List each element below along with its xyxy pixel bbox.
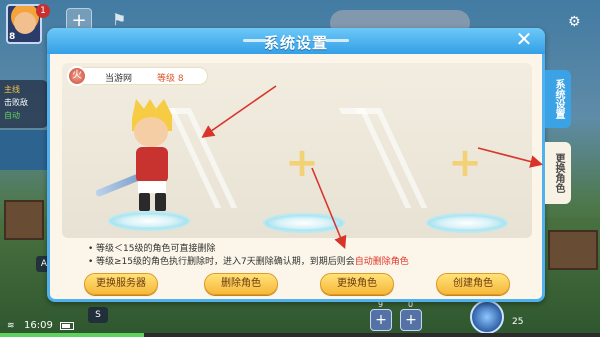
- character-panel: 火 当游网 等级 8 + +: [62, 63, 532, 238]
- hero-body: [136, 147, 168, 183]
- avatar-face: [14, 12, 36, 34]
- quest-line: 自动: [4, 111, 20, 120]
- change-server-button[interactable]: 更换服务器: [84, 273, 158, 295]
- wifi-icon: ≋: [7, 321, 15, 331]
- flag-icon[interactable]: ⚑: [112, 10, 126, 29]
- hero-head: [134, 117, 168, 147]
- action-buttons: 更换服务器 删除角色 更换角色 创建角色: [84, 273, 514, 297]
- chevron-decoration: [338, 108, 428, 208]
- notification-badge: 1: [36, 4, 50, 18]
- rule-line-1: • 等级＜15级的角色可直接删除: [88, 244, 216, 254]
- quest-tracker[interactable]: 主线 击败敌 自动: [0, 80, 48, 128]
- delete-role-button[interactable]: 删除角色: [204, 273, 278, 295]
- player-level: 8: [9, 32, 16, 42]
- tab-system-settings[interactable]: 系统设置: [545, 70, 571, 128]
- tab-change-role[interactable]: 更换角色: [545, 142, 571, 204]
- skill-cooldown: 25: [512, 317, 524, 327]
- character-slot-2-pad[interactable]: [263, 213, 345, 233]
- dialog-title: 系统设置: [263, 34, 328, 52]
- character-level: 等级 8: [157, 74, 184, 84]
- change-role-button[interactable]: 更换角色: [320, 273, 394, 295]
- hero-leg: [139, 193, 150, 211]
- rule-text: 等级≥15级的角色执行删除时，进入7天删除确认期，到期后则会: [96, 257, 355, 267]
- system-settings-dialog: 系统设置 ✕ 火 当游网 等级 8 + + • 等级＜15级的角色可直接删除 •…: [47, 28, 545, 302]
- experience-fill: [0, 333, 144, 337]
- rule-text: 等级＜15级的角色可直接删除: [96, 244, 216, 254]
- deletion-rules: • 等级＜15级的角色可直接删除 • 等级≥15级的角色执行删除时，进入7天删除确认…: [88, 243, 409, 269]
- key-s-button[interactable]: S: [88, 307, 108, 323]
- character-slot-3-pad[interactable]: [426, 213, 508, 233]
- skill-slot-button[interactable]: +: [370, 309, 392, 331]
- close-button[interactable]: ✕: [513, 28, 535, 50]
- clock: 16:09: [24, 320, 53, 331]
- experience-bar: [0, 333, 600, 337]
- server-fire-icon: 火: [67, 66, 87, 86]
- server-name: 当游网: [105, 74, 133, 84]
- gear-icon[interactable]: ⚙: [568, 14, 581, 30]
- rule-highlight: 自动删除角色: [354, 257, 409, 267]
- dialog-header: 系统设置 ✕: [47, 28, 545, 54]
- attack-skill-button[interactable]: [470, 300, 504, 334]
- plus-icon[interactable]: +: [445, 143, 485, 183]
- quest-line: 击败敌: [4, 98, 28, 107]
- title-decoration: [325, 39, 349, 42]
- create-role-button[interactable]: 创建角色: [436, 273, 510, 295]
- server-tag: 火 当游网 等级 8: [67, 66, 208, 86]
- battery-icon: [60, 322, 74, 330]
- hero-character[interactable]: [94, 99, 194, 219]
- hero-leg: [155, 193, 166, 211]
- rule-line-2: • 等级≥15级的角色执行删除时，进入7天删除确认期，到期后则会自动删除角色: [88, 257, 409, 267]
- plus-icon[interactable]: +: [282, 143, 322, 183]
- hero-pants: [138, 181, 166, 193]
- quest-line: 主线: [4, 85, 20, 94]
- skill-slot-button[interactable]: +: [400, 309, 422, 331]
